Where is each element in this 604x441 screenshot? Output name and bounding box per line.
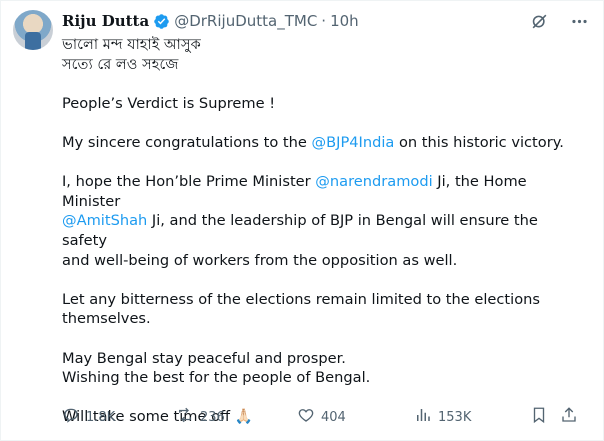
tweet-card[interactable]: Riju Dutta @DrRijuDutta_TMC · 10h ভালো ম… bbox=[0, 0, 604, 441]
author-handle[interactable]: @DrRijuDutta_TMC bbox=[174, 12, 317, 30]
congratulations-paragraph: My sincere congratulations to the @BJP4I… bbox=[62, 133, 582, 153]
bengali-line-1: ভালো মন্দ যাহাই আসুক bbox=[62, 36, 201, 53]
bengal-line-1: May Bengal stay peaceful and prosper. bbox=[62, 349, 346, 367]
views-count: 153K bbox=[438, 409, 472, 425]
hope-paragraph-line-3: and well-being of workers from the oppos… bbox=[62, 251, 458, 269]
like-count: 404 bbox=[321, 409, 346, 425]
share-button[interactable] bbox=[560, 406, 578, 428]
hope-paragraph-line-1: I, hope the Hon’ble Prime Minister @nare… bbox=[62, 172, 582, 211]
like-icon bbox=[297, 406, 315, 428]
views-icon bbox=[414, 406, 432, 428]
repost-button[interactable]: 236 bbox=[176, 406, 225, 428]
author-name[interactable]: Riju Dutta bbox=[62, 12, 149, 30]
bengali-line-2: সত্যে রে লও সহজে bbox=[62, 55, 179, 73]
views-button[interactable]: 153K bbox=[414, 406, 471, 428]
text-segment: My sincere congratulations to the bbox=[62, 133, 312, 151]
avatar[interactable] bbox=[13, 10, 53, 50]
tweet-header: Riju Dutta @DrRijuDutta_TMC · 10h bbox=[62, 10, 359, 32]
top-actions bbox=[529, 11, 589, 31]
separator-dot: · bbox=[321, 12, 327, 30]
grok-icon[interactable] bbox=[529, 11, 549, 31]
text-segment: I, hope the Hon’ble Prime Minister bbox=[62, 173, 316, 191]
bookmark-icon bbox=[530, 406, 548, 428]
bengal-line-2: Wishing the best for the people of Benga… bbox=[62, 369, 371, 387]
more-icon[interactable] bbox=[569, 11, 589, 31]
text-segment: on this historic victory. bbox=[394, 133, 564, 151]
repost-icon bbox=[176, 406, 194, 428]
reply-icon bbox=[62, 406, 80, 428]
verified-badge-icon[interactable] bbox=[153, 13, 170, 30]
reply-button[interactable]: 1.8K bbox=[62, 406, 115, 428]
action-bar: 1.8K 236 404 153K bbox=[62, 403, 582, 427]
share-icon bbox=[560, 406, 578, 428]
bitterness-line-2: themselves. bbox=[62, 310, 151, 328]
bitterness-line-1: Let any bitterness of the elections rema… bbox=[62, 290, 540, 308]
mention-bjp4india[interactable]: @BJP4India bbox=[312, 134, 395, 151]
verdict-line: People’s Verdict is Supreme ! bbox=[62, 94, 276, 112]
reply-count: 1.8K bbox=[86, 409, 116, 425]
bookmark-button[interactable] bbox=[530, 406, 548, 428]
hope-paragraph-line-2: @AmitShah Ji, and the leadership of BJP … bbox=[62, 211, 582, 250]
post-time[interactable]: 10h bbox=[330, 12, 359, 30]
mention-amitshah[interactable]: @AmitShah bbox=[62, 212, 147, 229]
mention-narendramodi[interactable]: @narendramodi bbox=[315, 173, 432, 190]
tweet-text: ভালো মন্দ যাহাই আসুক সত্যে রে লও সহজে Pe… bbox=[62, 35, 582, 427]
like-button[interactable]: 404 bbox=[297, 406, 346, 428]
repost-count: 236 bbox=[200, 409, 225, 425]
